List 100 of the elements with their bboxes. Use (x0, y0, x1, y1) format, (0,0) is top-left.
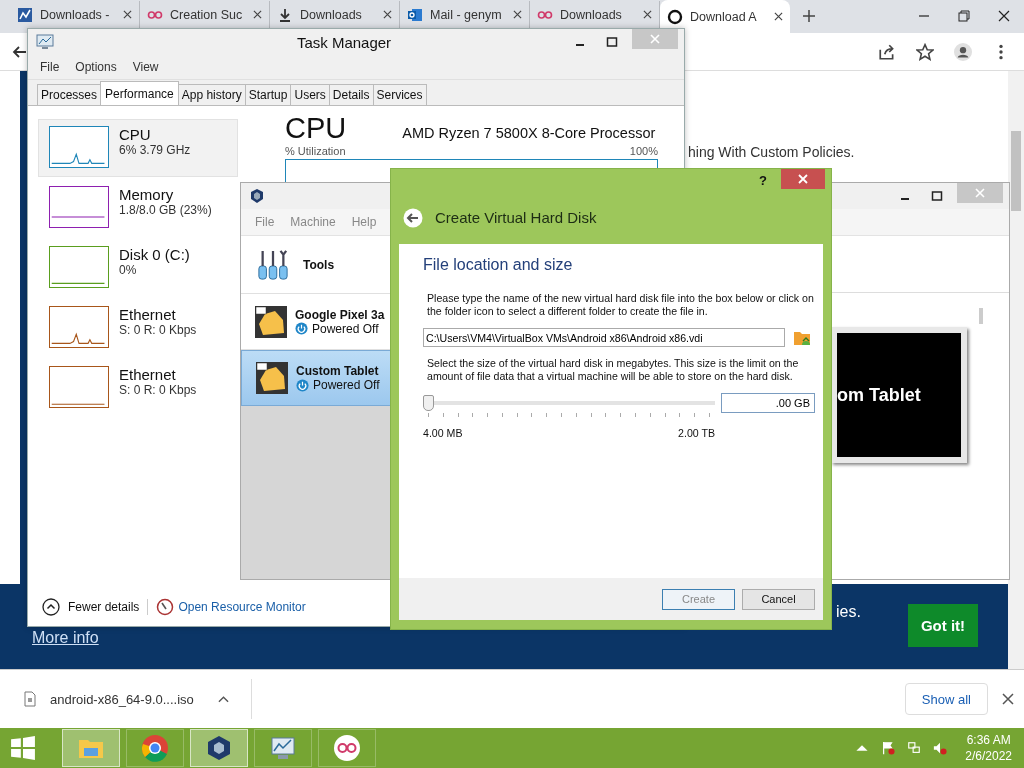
tab[interactable]: Performance (100, 81, 179, 105)
instruction-text: Please type the name of the new virtual hard disk file into the box below or click on the folder icon to select a different folder to create the file in. (427, 292, 815, 318)
share-icon[interactable] (878, 42, 896, 61)
monitor-chart-icon (36, 34, 54, 50)
avatar-icon[interactable] (954, 42, 972, 61)
resource-item[interactable]: Disk 0 (C:) 0% (38, 239, 238, 297)
vm-list-item[interactable]: Tools (241, 236, 391, 294)
star-icon[interactable] (916, 42, 934, 61)
dialog-title: Create Virtual Hard Disk (435, 209, 597, 226)
resource-detail: 6% 3.79 GHz (119, 143, 191, 157)
close-button[interactable] (781, 169, 825, 189)
graph-label: % Utilization (285, 145, 346, 157)
download-icon (277, 6, 293, 23)
taskmgr-taskbar-button[interactable] (254, 729, 312, 767)
restore-icon[interactable] (958, 10, 970, 22)
resource-item[interactable]: Ethernet S: 0 R: 0 Kbps (38, 299, 238, 357)
scrollbar[interactable] (1008, 71, 1024, 669)
power-icon (296, 378, 309, 392)
scrollbar[interactable] (979, 308, 983, 324)
resource-detail: S: 0 R: 0 Kbps (119, 323, 197, 337)
vm-list-item[interactable]: Google Pixel 3a Powered Off (241, 294, 391, 350)
close-icon (975, 188, 985, 198)
resource-detail: 1.8/8.0 GB (23%) (119, 203, 212, 217)
rings-taskbar-button[interactable] (318, 729, 376, 767)
close-icon[interactable] (253, 10, 262, 19)
tab[interactable]: Services (372, 84, 427, 105)
close-icon (650, 34, 660, 44)
gauge-icon (156, 598, 175, 616)
more-info-link[interactable]: More info (32, 629, 99, 647)
graph-max: 100% (629, 145, 658, 157)
resource-name: Memory (119, 186, 175, 203)
back-arrow-icon[interactable] (12, 43, 28, 60)
show-all-button[interactable]: Show all (904, 683, 988, 715)
file-icon (24, 691, 36, 707)
banner-text: ies. (836, 603, 861, 621)
menu-item[interactable]: File (40, 60, 60, 74)
menu-item[interactable]: View (132, 60, 159, 74)
browser-tab[interactable]: Download A (660, 0, 790, 33)
back-icon[interactable] (403, 207, 423, 228)
power-icon (295, 322, 308, 335)
close-icon[interactable] (1002, 693, 1014, 705)
close-icon[interactable] (998, 10, 1010, 22)
vm-icon (256, 362, 288, 394)
close-icon[interactable] (123, 10, 132, 19)
slider-thumb[interactable] (423, 395, 434, 411)
tab[interactable]: Startup (244, 84, 292, 105)
fewer-details-link[interactable]: Fewer details (68, 600, 140, 614)
vm-icon (255, 305, 287, 338)
close-icon[interactable] (513, 10, 522, 19)
resource-name: CPU (119, 126, 152, 143)
chrome-taskbar-button[interactable] (126, 729, 184, 767)
cube-icon (205, 734, 233, 762)
resource-name: Ethernet (119, 306, 177, 323)
machine-name: Google Pixel 3a (295, 307, 385, 322)
panel-title: CPU (285, 112, 347, 145)
cube-icon (249, 188, 265, 204)
resource-name: Ethernet (119, 366, 177, 383)
help-button[interactable]: ? (759, 172, 767, 188)
resource-item[interactable]: CPU 6% 3.79 GHz (38, 119, 238, 177)
machine-status: Powered Off (313, 378, 380, 392)
machine-name: Custom Tablet (296, 364, 380, 378)
resource-name: Disk 0 (C:) (119, 246, 190, 263)
maximize-icon[interactable] (931, 190, 943, 202)
resource-item[interactable]: Ethernet S: 0 R: 0 Kbps (38, 359, 238, 417)
page-heading: hing With Custom Policies. (688, 144, 855, 160)
cancel-button[interactable]: Cancel (742, 588, 815, 610)
resource-item[interactable]: Memory 1.8/8.0 GB (23%) (38, 179, 238, 237)
tab[interactable]: Processes (37, 84, 102, 105)
machine-status: Powered Off (312, 321, 379, 336)
chart-icon (17, 6, 33, 23)
close-icon[interactable] (643, 10, 652, 19)
maximize-icon[interactable] (606, 36, 618, 48)
flag-icon[interactable] (881, 741, 896, 755)
slider-max-label: 2.00 TB (678, 427, 715, 439)
file-path-field[interactable]: C:\Users\VM4\VirtualBox VMs\Android x86\Android x86.vdi (423, 328, 785, 347)
got-it-button[interactable]: Got it! (908, 604, 978, 647)
mail-icon (407, 6, 423, 23)
size-field[interactable]: .00 GB (721, 393, 815, 413)
tools-icon (257, 247, 289, 282)
section-title: File location and size (423, 256, 574, 274)
download-filename[interactable]: android-x86_64-9.0....iso (50, 691, 194, 707)
close-icon[interactable] (774, 12, 783, 21)
windows-start-icon[interactable] (10, 735, 36, 761)
resource-detail: S: 0 R: 0 Kbps (119, 383, 197, 397)
new-tab-icon[interactable] (802, 9, 816, 23)
vm-list-item[interactable]: Custom Tablet Powered Off (241, 350, 391, 406)
caret-icon[interactable] (217, 695, 229, 703)
round-logo-icon (141, 734, 169, 762)
tab[interactable]: App history (177, 84, 246, 105)
close-icon[interactable] (383, 10, 392, 19)
network-icon[interactable] (907, 741, 922, 755)
menu-item[interactable]: Options (75, 60, 117, 74)
slider-min-label: 4.00 MB (423, 427, 463, 439)
resource-monitor-link[interactable]: Open Resource Monitor (178, 600, 306, 614)
vbox-taskbar-button[interactable] (190, 729, 248, 767)
collapse-icon[interactable] (42, 598, 60, 616)
muted-speaker-icon[interactable] (933, 741, 948, 755)
machine-name: Tools (303, 257, 335, 272)
close-icon (798, 174, 808, 184)
resource-detail: 0% (119, 263, 138, 277)
